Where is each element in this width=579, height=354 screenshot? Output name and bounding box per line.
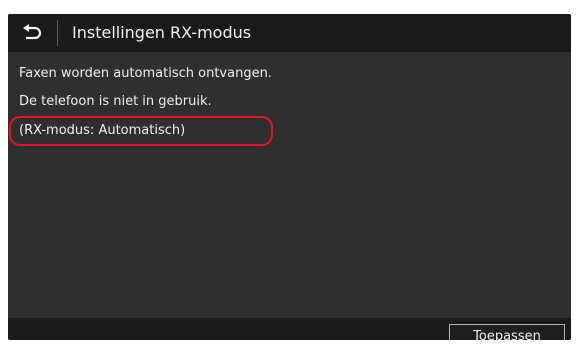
- message-area: Faxen worden automatisch ontvangen. De t…: [8, 52, 571, 318]
- apply-button[interactable]: Toepassen: [449, 324, 565, 340]
- device-screen: Instellingen RX-modus Faxen worden autom…: [8, 14, 571, 340]
- back-button[interactable]: [8, 14, 56, 52]
- status-line-fax: Faxen worden automatisch ontvangen.: [19, 66, 272, 81]
- title-divider: [57, 20, 58, 46]
- status-line-phone: De telefoon is niet in gebruik.: [19, 94, 212, 109]
- return-arrow-icon: [23, 24, 42, 40]
- page-title: Instellingen RX-modus: [72, 23, 252, 42]
- highlight-ring: [9, 116, 273, 146]
- title-bar: Instellingen RX-modus: [8, 14, 571, 52]
